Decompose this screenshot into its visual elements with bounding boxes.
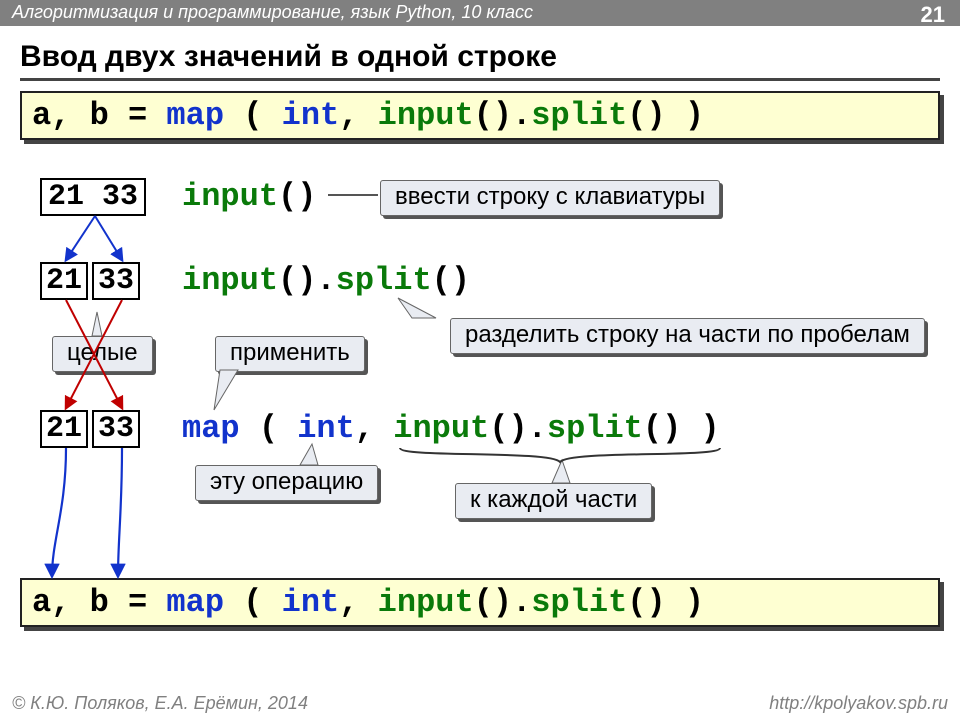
row3-code: map ( int, input().split() ) (182, 410, 720, 447)
value-33: 33 (92, 262, 140, 300)
fn-split: split (531, 584, 627, 621)
footer-left: © К.Ю. Поляков, Е.А. Ерёмин, 2014 (12, 693, 308, 714)
hint-input: ввести строку с клавиатуры (380, 180, 720, 216)
hint-op: эту операцию (195, 465, 378, 501)
hint-split: разделить строку на части по пробелам (450, 318, 925, 354)
value-21: 21 (40, 262, 88, 300)
kw-map: map (166, 584, 224, 621)
kw-int: int (282, 97, 340, 134)
row1: 21 33 (40, 178, 146, 216)
page-number: 21 (921, 2, 945, 28)
row2-code: input().split() (182, 262, 470, 299)
fn-input: input (393, 410, 489, 447)
code-lhs: a, b = (32, 584, 166, 621)
course-name: Алгоритмизация и программирование, язык … (12, 2, 533, 22)
fn-input: input (182, 262, 278, 299)
kw-map: map (182, 410, 240, 447)
code-box-bottom: a, b = map ( int, input().split() ) (20, 578, 940, 627)
hint-ints: целые (52, 336, 153, 372)
row3-values: 2133 (40, 410, 140, 448)
code-box-top: a, b = map ( int, input().split() ) (20, 91, 940, 140)
title-rule (20, 78, 940, 81)
fn-input: input (378, 584, 474, 621)
kw-map: map (166, 97, 224, 134)
footer-right: http://kpolyakov.spb.ru (769, 693, 948, 714)
fn-split: split (531, 97, 627, 134)
value-21: 21 (40, 410, 88, 448)
code-lhs: a, b = (32, 97, 166, 134)
fn-split: split (336, 262, 432, 299)
value-33: 33 (92, 410, 140, 448)
slide-header: Алгоритмизация и программирование, язык … (0, 0, 960, 26)
fn-split: split (547, 410, 643, 447)
hint-each: к каждой части (455, 483, 652, 519)
kw-int: int (282, 584, 340, 621)
slide-title: Ввод двух значений в одной строке (20, 40, 940, 74)
fn-input: input (182, 178, 278, 215)
kw-int: int (297, 410, 355, 447)
row1-code: input() (182, 178, 316, 215)
value-box: 21 33 (40, 178, 146, 216)
hint-apply: применить (215, 336, 365, 372)
fn-input: input (378, 97, 474, 134)
row2-values: 2133 (40, 262, 140, 300)
